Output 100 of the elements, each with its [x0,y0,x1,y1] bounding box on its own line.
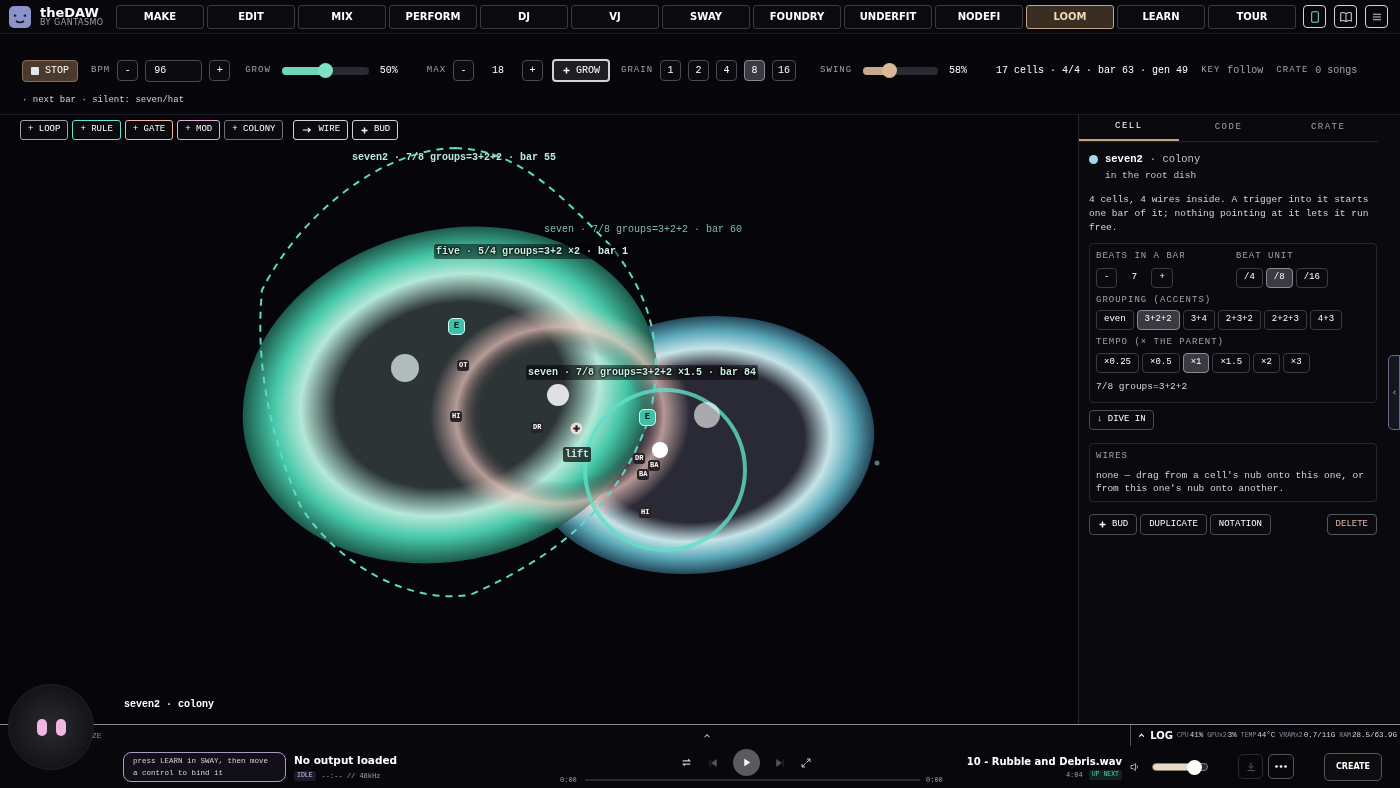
node-dot[interactable] [874,460,880,466]
panel-tab[interactable]: CODE [1178,115,1279,141]
crate-label: CRATE [1276,63,1309,77]
grouping-option[interactable]: 3+2+2 [1136,310,1180,330]
control-label: BPM [91,63,111,77]
nav-tab[interactable]: MIX [298,4,386,29]
decrement-button[interactable]: - [1096,267,1118,288]
wires-hint: none — drag from a cell's nub onto this one, or from this one's nub onto another. [1096,469,1365,496]
tool-button[interactable]: WIRE [293,120,349,140]
nav-tab[interactable]: UNDERFIT [844,4,932,29]
panel-tab[interactable]: CELL [1079,115,1179,141]
unit-option[interactable]: /16 [1295,267,1328,288]
nav-tab[interactable]: TOUR [1208,4,1296,29]
track-title: 10 - Rubble and Debris.wav [966,755,1122,769]
stop-button[interactable]: STOP [22,59,78,82]
grain-option[interactable]: 4 [716,60,738,81]
action-button[interactable]: DELETE [1326,514,1377,536]
cell-node[interactable]: E [448,318,465,335]
play-button[interactable] [733,749,760,776]
unit-option[interactable]: /8 [1265,267,1293,288]
action-button[interactable]: DUPLICATE [1140,514,1207,536]
nav-tab[interactable]: LOOM [1026,4,1114,29]
grouping-option[interactable]: 2+2+3 [1263,310,1307,330]
grain-option[interactable]: 16 [772,60,797,81]
section-label: BEATS IN A BAR [1096,250,1187,263]
grain-option[interactable]: 2 [688,60,710,81]
plus-icon [1098,520,1107,530]
tempo-option[interactable]: ×0.5 [1142,352,1180,373]
nav-tab[interactable]: LEARN [1117,4,1205,29]
grouping-option[interactable]: even [1096,310,1134,330]
grain-option[interactable]: 8 [744,60,766,81]
panel-collapse-handle[interactable] [1388,355,1400,430]
tool-button[interactable]: + LOOP [20,120,69,140]
chevron-icon [1137,731,1147,740]
nav-tab[interactable]: FOUNDRY [753,4,841,29]
app-title: theDAW [40,6,100,19]
bpm-field[interactable]: 96 [145,59,203,82]
colony-label: seven · 7/8 groups=3+2+2 · bar 60 [544,223,743,237]
menu-button[interactable] [1365,5,1388,28]
tool-button[interactable]: + GATE [124,120,174,140]
cell-kind: · colony [1149,152,1201,167]
stop-icon [31,66,39,75]
app-subtitle: BY GANTASMO [40,19,104,27]
grow-button[interactable]: GROW [552,59,611,82]
key-value: follow [1227,64,1264,78]
nav-tab[interactable]: PERFORM [389,4,477,29]
panel-tab[interactable]: CRATE [1278,115,1378,141]
tool-button[interactable]: + RULE [72,120,121,140]
tool-button[interactable]: + COLONY [224,120,284,140]
log-button[interactable]: LOG [1150,728,1173,743]
grouping-option[interactable]: 2+3+2 [1217,310,1261,330]
swing-slider[interactable] [863,66,939,75]
nav-tab[interactable]: MAKE [116,4,204,29]
nav-tab[interactable]: SWAY [662,4,750,29]
tempo-option[interactable]: ×3 [1282,352,1310,373]
panel-label: ZE [92,729,102,742]
action-button[interactable]: BUD [1089,514,1138,536]
slider-thumb[interactable] [882,62,898,78]
more-button[interactable] [1268,754,1294,779]
meter-summary: 7/8 groups=3+2+2 [1096,379,1189,394]
unit-option[interactable]: /4 [1236,267,1263,288]
control-label: GROW [245,63,271,77]
colony-label: seven2 · 7/8 groups=3+2+2 · bar 55 [352,151,557,165]
tempo-option[interactable]: ×2 [1253,352,1280,373]
dive-in-button[interactable]: ↓ DIVE IN [1089,409,1154,430]
nav-tab[interactable]: DJ [480,4,568,29]
grouping-option[interactable]: 4+3 [1309,310,1343,330]
action-button[interactable]: NOTATION [1209,514,1272,536]
tool-button[interactable]: BUD [352,120,399,140]
cell-node[interactable]: E [639,409,656,426]
slider-thumb[interactable] [318,62,334,78]
section-label: GROUPING (ACCENTS) [1096,293,1213,307]
create-button[interactable]: CREATE [1324,753,1382,781]
nav-tab[interactable]: EDIT [207,4,295,29]
control-label: GRAIN [621,63,654,77]
next-icon [774,756,786,769]
grow-slider[interactable] [281,66,369,75]
book-button[interactable] [1334,5,1357,28]
tool-button[interactable]: + MOD [177,120,221,140]
grain-option[interactable]: 1 [660,60,682,81]
phone-button[interactable] [1303,5,1326,28]
nav-tab[interactable]: NODEFI [935,4,1023,29]
decrement-button[interactable]: - [453,60,475,81]
tempo-option[interactable]: ×1.5 [1212,352,1251,373]
grouping-option[interactable]: 3+4 [1182,310,1215,330]
nav-tab[interactable]: VJ [571,4,659,29]
previous-icon [707,756,719,769]
tempo-option[interactable]: ×0.25 [1096,352,1139,373]
chevron-icon [1390,389,1398,396]
section-label: BEAT UNIT [1236,250,1295,263]
increment-button[interactable]: + [1151,267,1173,288]
decrement-button[interactable]: - [117,60,139,81]
plus-icon [570,422,583,435]
slider-reading: 58% [949,64,969,78]
tempo-option[interactable]: ×1 [1182,352,1210,373]
increment-button[interactable]: + [209,60,231,81]
slider-thumb[interactable] [1186,760,1202,775]
logo-icon [8,4,32,29]
key-label: KEY [1201,63,1221,77]
increment-button[interactable]: + [522,60,544,81]
